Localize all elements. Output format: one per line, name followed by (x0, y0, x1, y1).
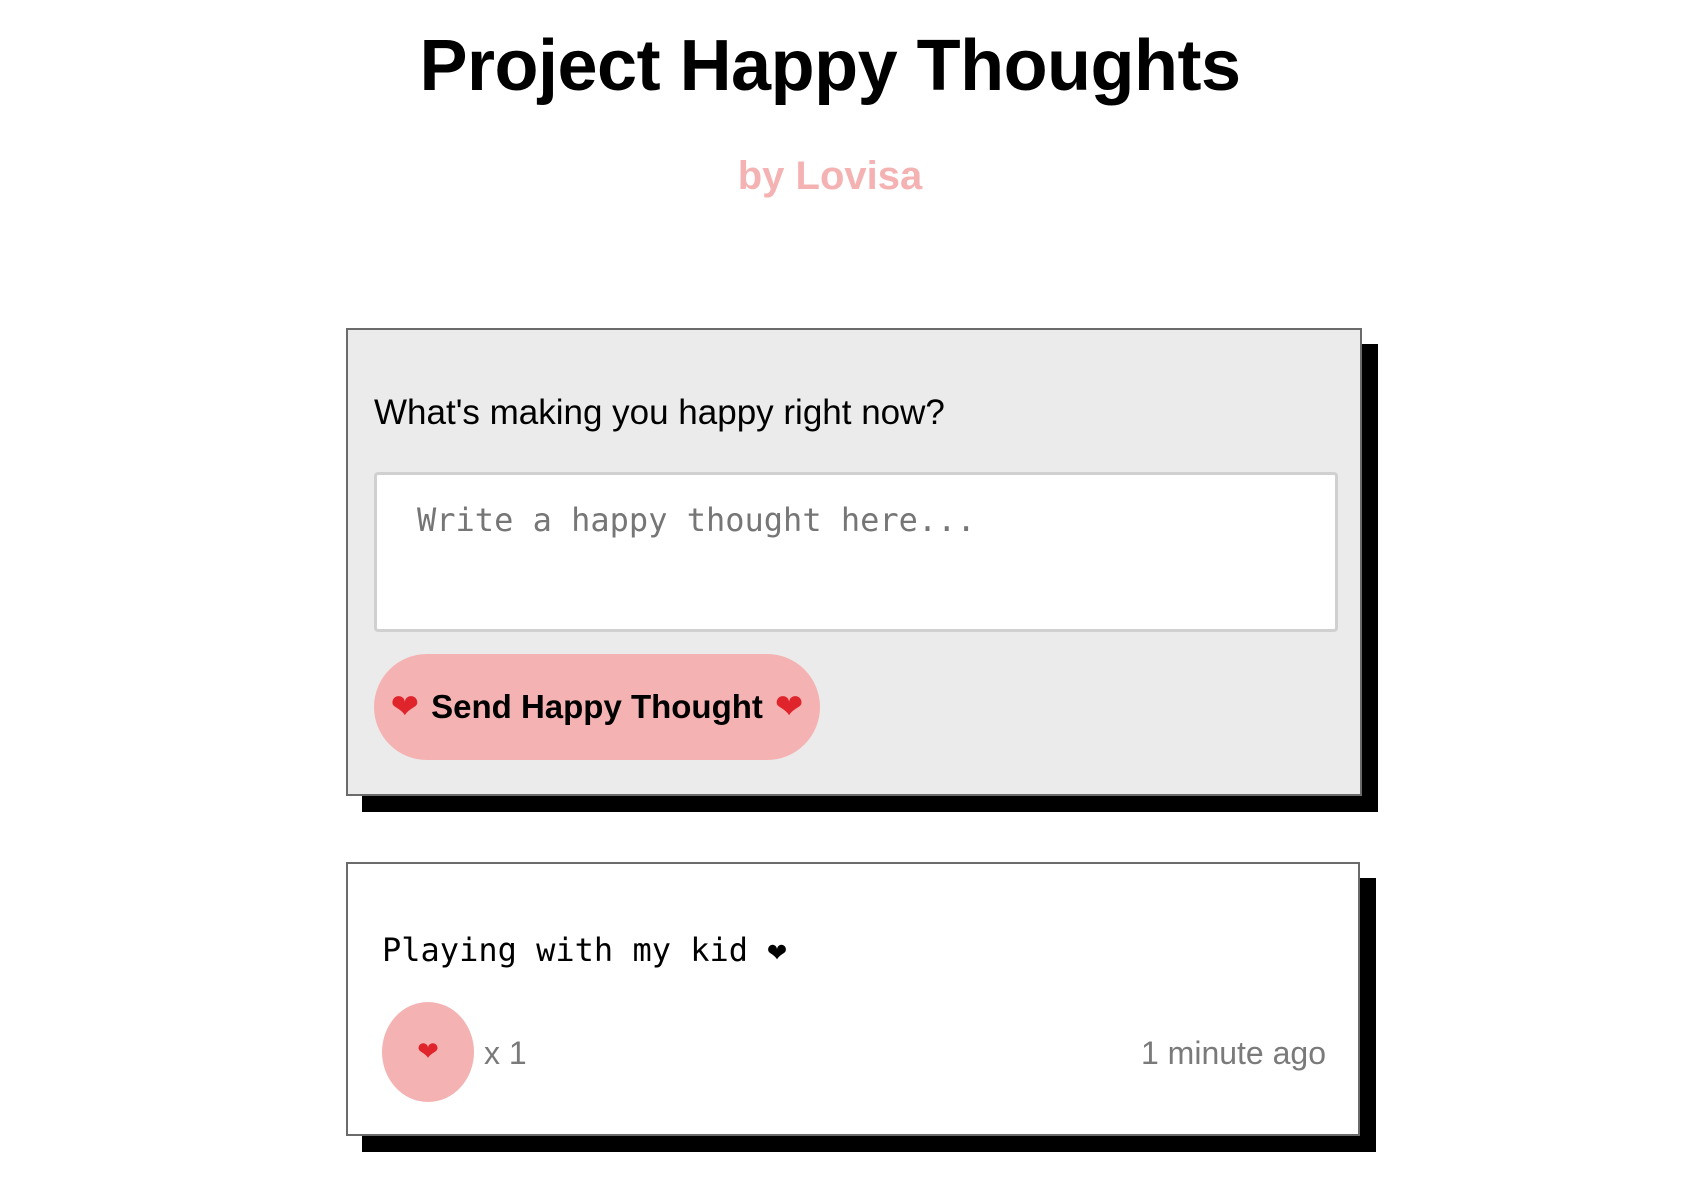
heart-icon: ❤ (390, 687, 420, 727)
send-button-label: Send Happy Thought (431, 688, 763, 725)
heart-icon: ❤ (417, 1037, 439, 1067)
form-label: What's making you happy right now? (374, 393, 945, 432)
thought-card: Playing with my kid ❤ ❤ x 1 1 minute ago (346, 862, 1360, 1136)
heart-icon: ❤ (774, 687, 804, 727)
like-count: x 1 (484, 1035, 527, 1071)
happy-thought-form: What's making you happy right now? ❤ Sen… (346, 328, 1362, 796)
page: Project Happy Thoughts by Lovisa What's … (0, 0, 1700, 1190)
send-happy-thought-button[interactable]: ❤ Send Happy Thought ❤ (374, 654, 820, 760)
thought-timestamp: 1 minute ago (1140, 1035, 1326, 1071)
page-title: Project Happy Thoughts (419, 26, 1241, 106)
like-button[interactable]: ❤ (382, 1002, 474, 1102)
thought-input[interactable] (374, 472, 1338, 632)
thought-message: Playing with my kid ❤ (382, 931, 787, 969)
author-byline: by Lovisa (737, 154, 923, 198)
